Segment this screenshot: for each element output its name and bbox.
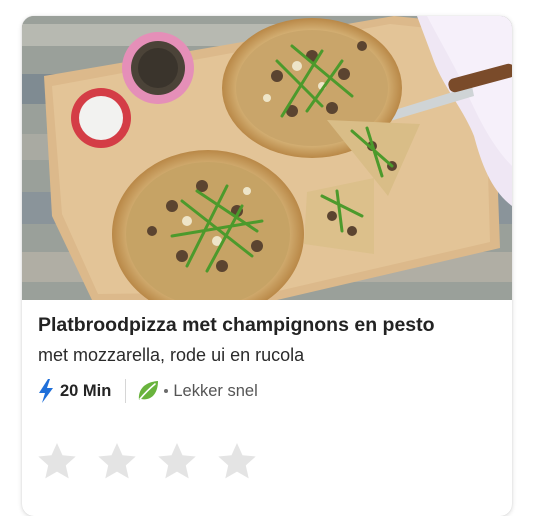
leaf-icon bbox=[139, 381, 159, 400]
recipe-title[interactable]: Platbroodpizza met champignons en pesto bbox=[38, 313, 498, 337]
recipe-card[interactable]: Platbroodpizza met champignons en pesto … bbox=[22, 16, 512, 516]
star-icon[interactable] bbox=[37, 442, 77, 480]
star-icon[interactable] bbox=[157, 442, 197, 480]
tag-separator-dot bbox=[164, 389, 169, 393]
recipe-tag: Lekker snel bbox=[173, 381, 258, 400]
recipe-meta: 20 Min Lekker snel bbox=[38, 378, 258, 404]
meta-divider bbox=[125, 379, 127, 403]
recipe-photo bbox=[22, 16, 512, 300]
cooking-time: 20 Min bbox=[60, 381, 112, 400]
star-icon[interactable] bbox=[97, 442, 137, 480]
rating-stars bbox=[37, 442, 277, 480]
lightning-bolt-icon bbox=[39, 379, 53, 403]
star-icon[interactable] bbox=[217, 442, 257, 480]
recipe-subtitle: met mozzarella, rode ui en rucola bbox=[38, 345, 305, 365]
